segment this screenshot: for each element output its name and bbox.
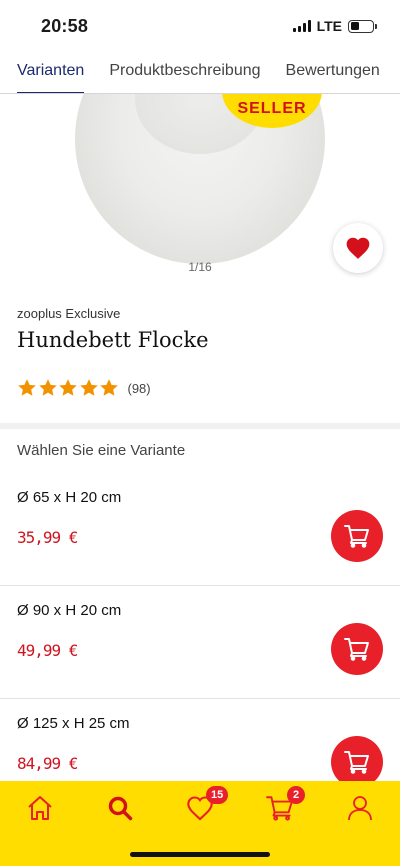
signal-icon (292, 20, 311, 32)
tab-varianten[interactable]: Varianten (17, 52, 85, 93)
variant-item[interactable]: Ø 90 x H 20 cm 49,99 € (0, 587, 400, 699)
variant-size: Ø 125 x H 25 cm (17, 715, 130, 732)
star-icon (59, 379, 77, 396)
status-bar: 20:58 LTE (0, 0, 400, 52)
status-time: 20:58 (41, 16, 89, 36)
heart-icon (346, 237, 370, 259)
variant-price: 35,99 € (17, 528, 78, 547)
add-to-cart-button[interactable] (331, 623, 383, 675)
cart-count-badge: 2 (287, 786, 305, 804)
status-indicators: LTE (292, 18, 377, 34)
star-icon (79, 379, 98, 396)
product-title: Hundebett Flocke (17, 328, 209, 352)
tab-produktbeschreibung[interactable]: Produktbeschreibung (109, 52, 260, 93)
add-to-cart-button[interactable] (331, 510, 383, 562)
tab-bar: Varianten Produktbeschreibung Bewertunge… (0, 52, 400, 94)
variant-price: 84,99 € (17, 754, 78, 773)
cart-icon (344, 638, 369, 661)
nav-cart[interactable]: 2 (265, 786, 305, 823)
rating-stars (17, 378, 120, 398)
variant-size: Ø 65 x H 20 cm (17, 489, 122, 506)
home-icon (28, 796, 52, 820)
network-type: LTE (316, 18, 342, 34)
favorite-button[interactable] (333, 223, 383, 273)
variants-section-title: Wählen Sie eine Variante (17, 442, 186, 459)
home-indicator (130, 852, 270, 857)
nav-wishlist[interactable]: 15 (185, 786, 229, 823)
wishlist-count-badge: 15 (206, 786, 229, 804)
variant-size: Ø 90 x H 20 cm (17, 602, 122, 619)
product-brand[interactable]: zooplus Exclusive (17, 306, 120, 321)
rating-count: (98) (127, 380, 151, 396)
user-icon (348, 796, 372, 821)
star-icon (38, 379, 57, 396)
section-divider (0, 423, 400, 429)
variant-item[interactable]: Ø 65 x H 20 cm 35,99 € (0, 474, 400, 586)
variant-price: 49,99 € (17, 641, 78, 660)
rating[interactable]: (98) (17, 378, 151, 398)
star-icon (100, 379, 118, 396)
star-icon (18, 379, 36, 396)
nav-search[interactable] (105, 793, 135, 823)
cart-icon (344, 525, 369, 548)
nav-account[interactable] (345, 793, 375, 823)
cart-icon (344, 751, 369, 774)
search-icon (108, 796, 133, 821)
battery-icon (348, 19, 377, 33)
nav-home[interactable] (25, 793, 55, 823)
tab-bewertungen[interactable]: Bewertungen (286, 52, 380, 93)
